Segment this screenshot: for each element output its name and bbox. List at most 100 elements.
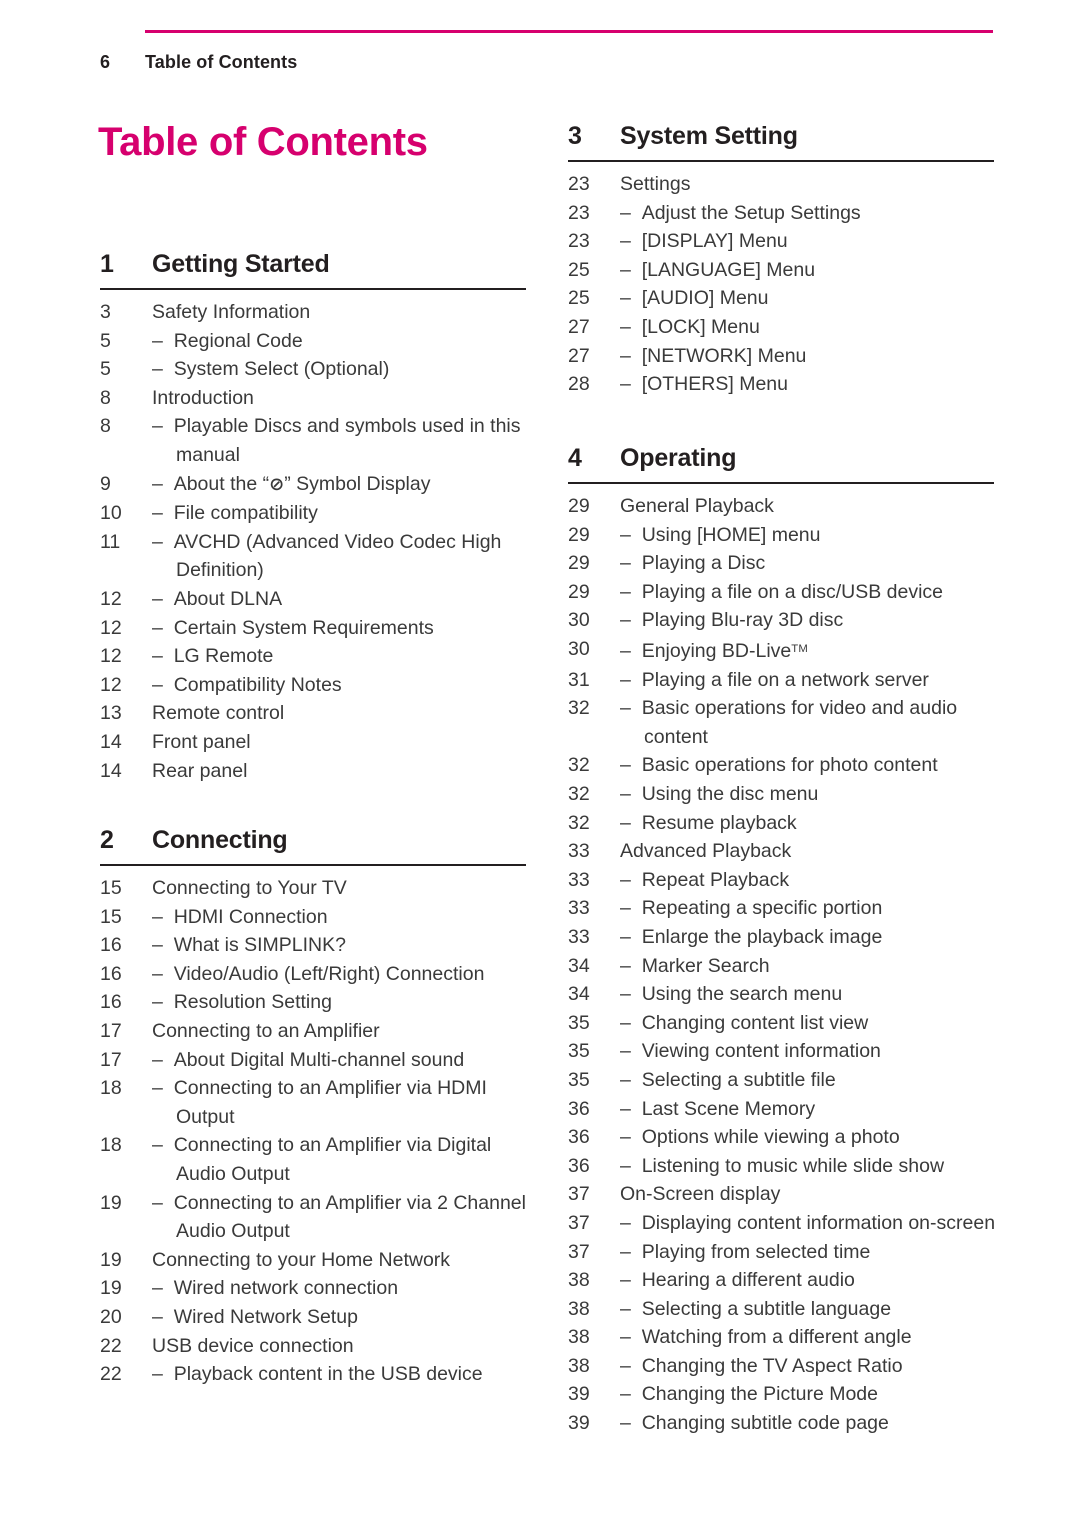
toc-section-system-setting: 3 System Setting 23 Settings 23 Adjust the Se… <box>568 122 998 395</box>
toc-entry-label: On-Screen display <box>620 1183 781 1206</box>
toc-entry[interactable]: 39 Changing subtitle code page <box>568 1409 998 1438</box>
toc-entry[interactable]: 34 Marker Search <box>568 952 998 981</box>
toc-entry[interactable]: 25 [LANGUAGE] Menu <box>568 256 998 285</box>
toc-entry[interactable]: 29 Playing a Disc <box>568 549 998 578</box>
toc-entry[interactable]: 33 Repeat Playback <box>568 866 998 895</box>
toc-entry[interactable]: 22 USB device connection <box>100 1332 530 1361</box>
toc-entry-page-number: 20 <box>100 1305 122 1328</box>
toc-entry-label: Certain System Requirements <box>152 614 530 643</box>
toc-entry[interactable]: 27 [NETWORK] Menu <box>568 342 998 371</box>
toc-entry[interactable]: 18 Connecting to an Amplifier via Digital… <box>100 1131 530 1188</box>
toc-entry[interactable]: 23 [DISPLAY] Menu <box>568 227 998 256</box>
toc-entry[interactable]: 14 Rear panel <box>100 757 530 786</box>
toc-entry[interactable]: 31 Playing a file on a network server <box>568 666 998 695</box>
toc-entry-label: Remote control <box>152 702 285 725</box>
toc-entry-label: Connecting to an Amplifier via HDMI Outp… <box>152 1074 530 1131</box>
toc-entry[interactable]: 36 Last Scene Memory <box>568 1095 998 1124</box>
toc-entry-page-number: 36 <box>568 1126 590 1149</box>
toc-entry[interactable]: 3 Safety Information <box>100 298 530 327</box>
toc-entry[interactable]: 38 Watching from a different angle <box>568 1323 998 1352</box>
toc-entry[interactable]: 19 Wired network connection <box>100 1274 530 1303</box>
toc-entry[interactable]: 17 About Digital Multi-channel sound <box>100 1046 530 1075</box>
toc-entry[interactable]: 22 Playback content in the USB device <box>100 1360 530 1389</box>
toc-entry[interactable]: 32 Resume playback <box>568 809 998 838</box>
toc-entry[interactable]: 35 Selecting a subtitle file <box>568 1066 998 1095</box>
toc-entry-page-number: 19 <box>100 1191 122 1214</box>
toc-entry[interactable]: 38 Selecting a subtitle language <box>568 1295 998 1324</box>
toc-entry[interactable]: 15 HDMI Connection <box>100 903 530 932</box>
toc-entry[interactable]: 36 Options while viewing a photo <box>568 1123 998 1152</box>
toc-entry[interactable]: 12 Certain System Requirements <box>100 614 530 643</box>
toc-entry-page-number: 27 <box>568 344 590 367</box>
toc-entry-label: Compatibility Notes <box>152 671 530 700</box>
toc-entry[interactable]: 37 Displaying content information on-scre… <box>568 1209 998 1238</box>
toc-entry-label: Connecting to Your TV <box>152 877 347 899</box>
toc-entry-label: [AUDIO] Menu <box>620 284 998 313</box>
toc-entry[interactable]: 9 About the “⊘” Symbol Display <box>100 470 530 500</box>
toc-entry[interactable]: 39 Changing the Picture Mode <box>568 1380 998 1409</box>
toc-entry[interactable]: 16 Video/Audio (Left/Right) Connection <box>100 960 530 989</box>
toc-entry-page-number: 28 <box>568 373 590 396</box>
toc-entry[interactable]: 5 System Select (Optional) <box>100 355 530 384</box>
toc-entry[interactable]: 32 Using the disc menu <box>568 780 998 809</box>
toc-entry[interactable]: 25 [AUDIO] Menu <box>568 284 998 313</box>
toc-entry[interactable]: 29 General Playback <box>568 492 998 521</box>
toc-entry-label: Connecting to an Amplifier <box>152 1019 380 1042</box>
toc-entry[interactable]: 13 Remote control <box>100 699 530 728</box>
toc-entry-label: Using [HOME] menu <box>620 521 998 550</box>
toc-entry[interactable]: 38 Changing the TV Aspect Ratio <box>568 1352 998 1381</box>
toc-entry[interactable]: 12 Compatibility Notes <box>100 671 530 700</box>
toc-entry-label: Selecting a subtitle file <box>620 1066 998 1095</box>
section-number: 2 <box>100 826 114 854</box>
toc-entry-label: Playing a file on a disc/USB device <box>620 578 998 607</box>
toc-entry[interactable]: 23 Adjust the Setup Settings <box>568 199 998 228</box>
section-number: 4 <box>568 444 582 472</box>
toc-entry[interactable]: 8 Introduction <box>100 384 530 413</box>
toc-entry-label: Wired network connection <box>152 1274 530 1303</box>
toc-entry[interactable]: 5 Regional Code <box>100 327 530 356</box>
toc-entry[interactable]: 29 Using [HOME] menu <box>568 521 998 550</box>
toc-entry[interactable]: 37 Playing from selected time <box>568 1238 998 1267</box>
toc-entry-label: Using the search menu <box>620 980 998 1009</box>
toc-entry[interactable]: 12 About DLNA <box>100 585 530 614</box>
toc-entry[interactable]: 23 Settings <box>568 170 998 199</box>
toc-entry[interactable]: 28 [OTHERS] Menu <box>568 370 998 399</box>
toc-entry-page-number: 37 <box>568 1211 590 1234</box>
toc-entry[interactable]: 16 Resolution Setting <box>100 988 530 1017</box>
toc-entry[interactable]: 35 Viewing content information <box>568 1037 998 1066</box>
toc-entry[interactable]: 11 AVCHD (Advanced Video Codec High Defin… <box>100 528 530 585</box>
toc-entry[interactable]: 32 Basic operations for photo content <box>568 751 998 780</box>
toc-entry[interactable]: 19 Connecting to your Home Network <box>100 1246 530 1275</box>
toc-entry[interactable]: 14 Front panel <box>100 728 530 757</box>
toc-entry-page-number: 38 <box>568 1354 590 1377</box>
toc-entry[interactable]: 35 Changing content list view <box>568 1009 998 1038</box>
toc-entry[interactable]: 20 Wired Network Setup <box>100 1303 530 1332</box>
toc-entry[interactable]: 12 LG Remote <box>100 642 530 671</box>
toc-entry[interactable]: 38 Hearing a different audio <box>568 1266 998 1295</box>
toc-entry[interactable]: 32 Basic operations for video and audio c… <box>568 694 998 751</box>
toc-entry[interactable]: 34 Using the search menu <box>568 980 998 1009</box>
toc-entry[interactable]: 19 Connecting to an Amplifier via 2 Chann… <box>100 1189 530 1246</box>
toc-entry[interactable]: 33 Repeating a specific portion <box>568 894 998 923</box>
toc-entry-page-number: 25 <box>568 258 590 281</box>
toc-entry[interactable]: 15 Connecting to Your TV <box>100 874 530 903</box>
toc-entry-page-number: 16 <box>100 962 122 985</box>
toc-entry-list: 3 Safety Information 5 Regional Code 5 System… <box>100 298 530 785</box>
toc-entry-label: Using the disc menu <box>620 780 998 809</box>
toc-entry[interactable]: 8 Playable Discs and symbols used in this… <box>100 412 530 469</box>
toc-entry[interactable]: 10 File compatibility <box>100 499 530 528</box>
toc-entry[interactable]: 18 Connecting to an Amplifier via HDMI Ou… <box>100 1074 530 1131</box>
toc-entry[interactable]: 16 What is SIMPLINK? <box>100 931 530 960</box>
toc-entry[interactable]: 33 Enlarge the playback image <box>568 923 998 952</box>
toc-entry-label: Repeating a specific portion <box>620 894 998 923</box>
toc-entry[interactable]: 17 Connecting to an Amplifier <box>100 1017 530 1046</box>
toc-entry[interactable]: 37 On-Screen display <box>568 1180 998 1209</box>
toc-entry-page-number: 37 <box>568 1183 590 1206</box>
toc-entry[interactable]: 36 Listening to music while slide show <box>568 1152 998 1181</box>
toc-entry[interactable]: 27 [LOCK] Menu <box>568 313 998 342</box>
toc-entry[interactable]: 30 Playing Blu-ray 3D disc <box>568 606 998 635</box>
toc-entry-label: Basic operations for photo content <box>620 751 998 780</box>
toc-entry[interactable]: 30 Enjoying BD-LiveTM <box>568 635 998 666</box>
toc-entry[interactable]: 29 Playing a file on a disc/USB device <box>568 578 998 607</box>
toc-entry[interactable]: 33 Advanced Playback <box>568 837 998 866</box>
